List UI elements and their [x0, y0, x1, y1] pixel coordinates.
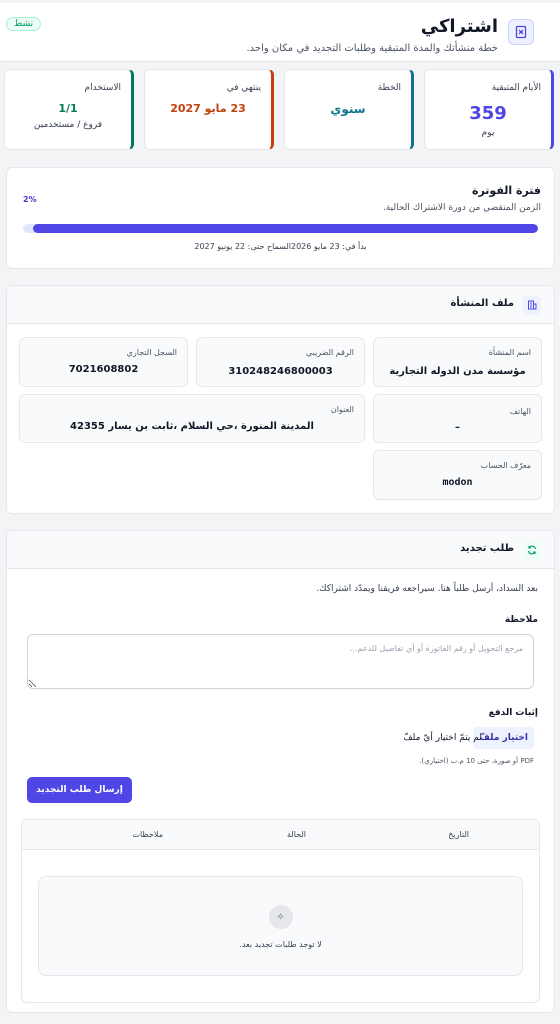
stat-value: 1/1: [58, 102, 78, 115]
choose-file-button[interactable]: اختيار ملفّ: [473, 727, 534, 749]
note-label: ملاحظة: [504, 615, 538, 625]
billing-title: فترة الفوترة: [471, 184, 541, 197]
submit-renewal-button[interactable]: إرسال طلب التجديد: [27, 777, 132, 803]
stat-usage: الاستخدام 1/1 فروع / مستخدمين: [4, 69, 134, 150]
section-header: طلب تجديد: [7, 531, 554, 569]
field-label: اسم المنشأة: [488, 348, 531, 357]
stat-label: الأيام المتبقية: [491, 83, 541, 93]
billing-percent: 2%: [23, 195, 37, 204]
section-header: ملف المنشأة: [7, 286, 554, 324]
field-address: العنوان المدينة المنورة ،حي السلام ،ثابت…: [19, 394, 365, 443]
field-label: العنوان: [330, 405, 354, 414]
note-textarea[interactable]: [27, 634, 534, 689]
payment-proof-label: إثبات الدفع: [488, 708, 538, 718]
field-phone: الهاتف –: [373, 394, 542, 443]
field-account-id: معرّف الحساب modon: [373, 450, 542, 500]
page-subtitle: خطة منشأتك والمدة المتبقية وطلبات التجدي…: [246, 43, 499, 54]
column-header-status: الحالة: [287, 830, 306, 839]
empty-state: ✧ لا توجد طلبات تجديد بعد.: [38, 876, 523, 976]
section-title: ملف المنشأة: [450, 298, 514, 309]
stat-label: الاستخدام: [84, 83, 122, 93]
file-hint: PDF أو صورة، حتى 10 م.ب (اختياري).: [419, 757, 534, 765]
building-icon: [523, 296, 541, 314]
renewal-description: بعد السداد، أرسل طلباً هنا. سيراجعه فريق…: [316, 584, 538, 594]
field-label: الرقم الضريبي: [305, 348, 354, 357]
field-tax-number: الرقم الضريبي 310248246800003: [196, 337, 365, 387]
table-header: التاريخ الحالة ملاحظات: [22, 820, 539, 850]
stat-remaining-days: الأيام المتبقية 359 يوم: [424, 69, 554, 150]
receipt-icon: [508, 19, 534, 45]
sparkle-icon: ✧: [268, 905, 293, 929]
field-value: 310248246800003: [228, 366, 333, 377]
field-label: معرّف الحساب: [480, 461, 531, 470]
field-org-name: اسم المنشأة مؤسسة مدن الدوله التجارية: [373, 337, 542, 387]
column-header-notes: ملاحظات: [132, 830, 163, 839]
section-title: طلب تجديد: [460, 543, 514, 554]
field-commercial-register: السجل التجاري 7021608802: [19, 337, 188, 387]
file-status: لم يتمّ اختيار أيّ ملفّ: [403, 733, 482, 743]
page-header: اشتراكي خطة منشأتك والمدة المتبقية وطلبا…: [0, 3, 560, 62]
stat-note: يوم: [481, 128, 495, 138]
billing-period-card: فترة الفوترة الزمن المنقضي من دورة الاشت…: [6, 167, 555, 269]
stat-note: فروع / مستخدمين: [33, 120, 103, 130]
stat-ends: ينتهي في 23 مايو 2027: [144, 69, 274, 150]
empty-state-text: لا توجد طلبات تجديد بعد.: [239, 940, 322, 949]
field-label: السجل التجاري: [126, 348, 177, 357]
renewal-card: طلب تجديد بعد السداد، أرسل طلباً هنا. سي…: [6, 530, 555, 1013]
field-value: 7021608802: [68, 364, 139, 375]
stat-value: 359: [469, 103, 507, 124]
stat-value: سنوي: [330, 102, 366, 116]
page-title: اشتراكي: [420, 16, 498, 37]
billing-dates: بدأ في: 23 مايو 2026السماح حتى: 22 يونيو…: [194, 242, 367, 251]
field-value: modon: [442, 477, 473, 488]
refresh-icon: [523, 541, 541, 559]
billing-progress-fill: [33, 224, 538, 233]
billing-description: الزمن المنقضي من دورة الاشتراك الحالية.: [382, 203, 541, 213]
billing-progress-bar: [23, 224, 538, 233]
field-label: الهاتف: [509, 407, 531, 416]
renewal-requests-table: التاريخ الحالة ملاحظات ✧ لا توجد طلبات ت…: [21, 819, 540, 1003]
organization-card: ملف المنشأة اسم المنشأة مؤسسة مدن الدوله…: [6, 285, 555, 514]
stat-value: 23 مايو 2027: [170, 102, 246, 115]
stat-plan: الخطة سنوي: [284, 69, 414, 150]
field-value: –: [455, 422, 460, 433]
stat-label: ينتهي في: [226, 83, 261, 93]
field-value: المدينة المنورة ،حي السلام ،ثابت بن يسار…: [70, 421, 314, 432]
column-header-date: التاريخ: [448, 830, 469, 839]
field-value: مؤسسة مدن الدوله التجارية: [389, 366, 526, 377]
status-badge: نشط: [6, 17, 42, 31]
stat-label: الخطة: [377, 83, 401, 93]
